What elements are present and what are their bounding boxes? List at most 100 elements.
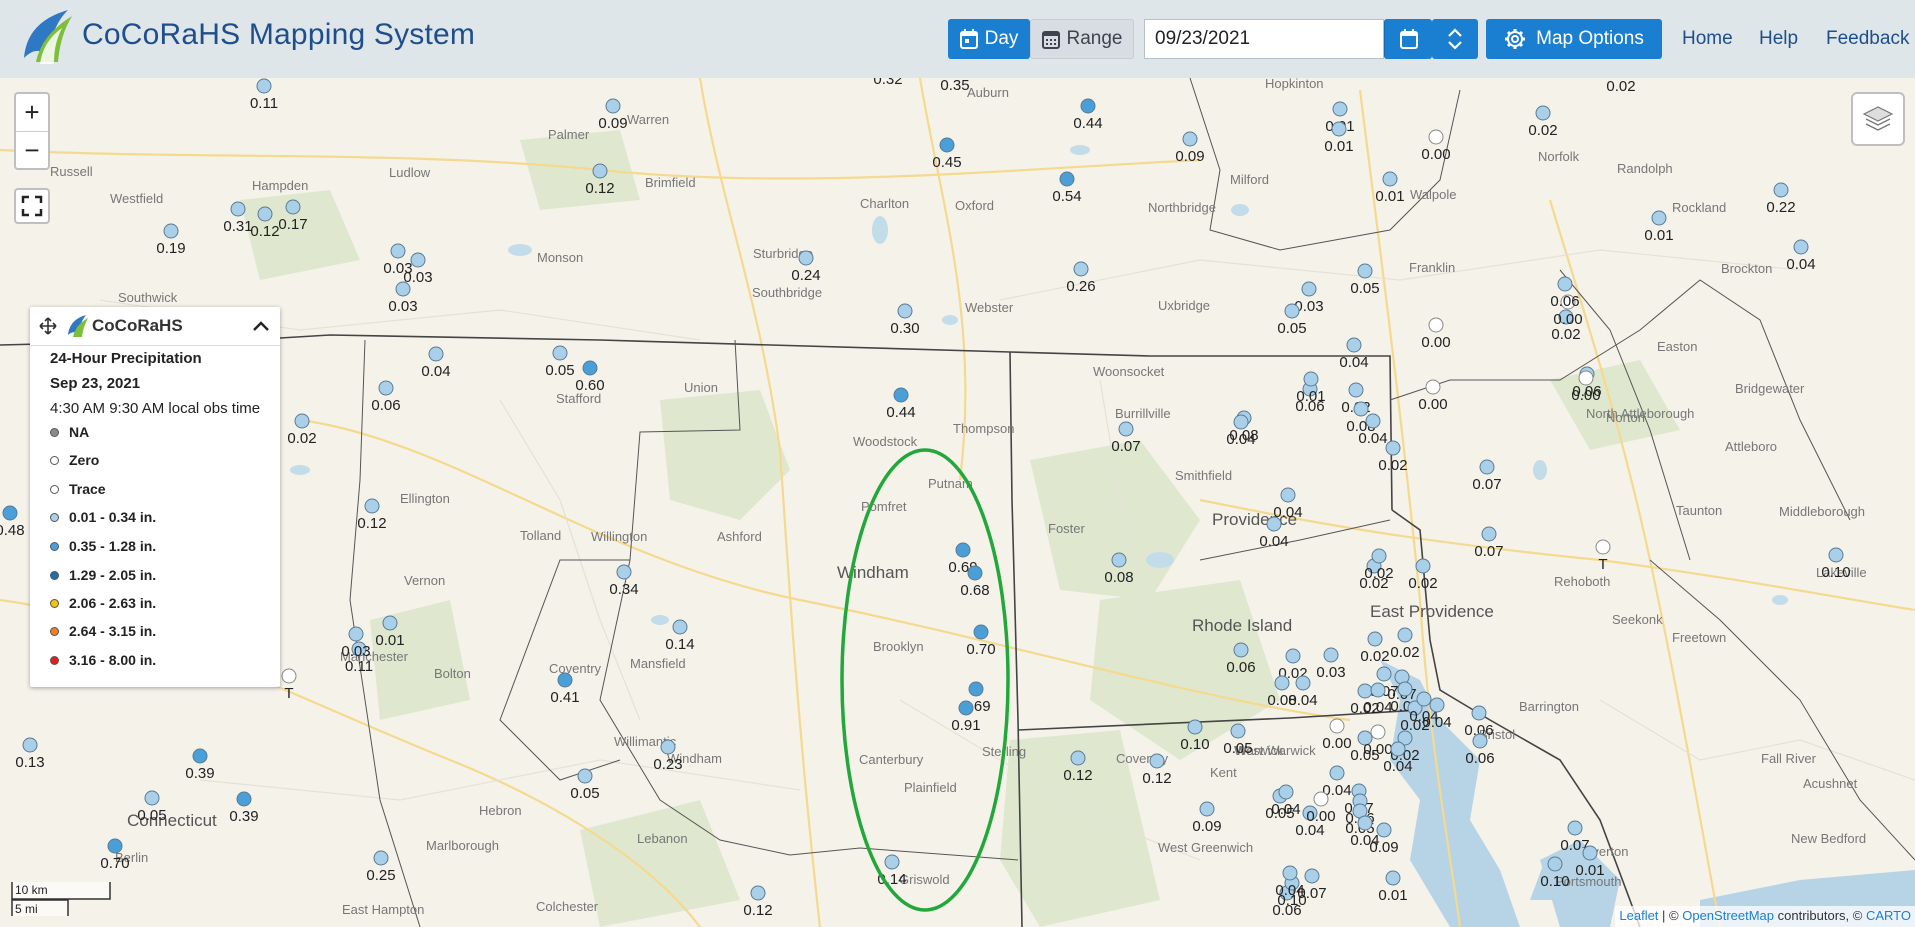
observation-dot[interactable]: [395, 281, 411, 297]
observation-dot[interactable]: [1199, 801, 1215, 817]
observation-dot[interactable]: [257, 206, 273, 222]
observation-dot[interactable]: [1329, 718, 1345, 734]
observation-dot[interactable]: [1828, 547, 1844, 563]
observation-dot[interactable]: [672, 619, 688, 635]
observation-dot[interactable]: [1547, 856, 1563, 872]
observation-dot[interactable]: [1472, 733, 1488, 749]
observation-dot[interactable]: [973, 624, 989, 640]
observation-dot[interactable]: [1428, 129, 1444, 145]
observation-dot[interactable]: [967, 565, 983, 581]
observation-dot[interactable]: [958, 700, 974, 716]
observation-dot[interactable]: [1303, 371, 1319, 387]
observation-dot[interactable]: [616, 564, 632, 580]
observation-dot[interactable]: [1332, 101, 1348, 117]
observation-dot[interactable]: [382, 615, 398, 631]
range-button[interactable]: Range: [1030, 19, 1134, 59]
observation-dot[interactable]: [1390, 741, 1406, 757]
observation-dot[interactable]: [1285, 648, 1301, 664]
observation-dot[interactable]: [1429, 697, 1445, 713]
observation-dot[interactable]: [281, 668, 297, 684]
observation-dot[interactable]: [884, 854, 900, 870]
observation-dot[interactable]: [1187, 719, 1203, 735]
carto-link[interactable]: CARTO: [1866, 908, 1911, 923]
observation-dot[interactable]: [1357, 683, 1373, 699]
observation-dot[interactable]: [378, 380, 394, 396]
observation-dot[interactable]: [1059, 171, 1075, 187]
observation-dot[interactable]: [2, 505, 18, 521]
observation-dot[interactable]: [955, 542, 971, 558]
observation-dot[interactable]: [1230, 723, 1246, 739]
observation-dot[interactable]: [1376, 666, 1392, 682]
observation-marker[interactable]: 0.02: [1606, 78, 1635, 95]
observation-dot[interactable]: [557, 672, 573, 688]
observation-dot[interactable]: [577, 768, 593, 784]
observation-dot[interactable]: [1382, 171, 1398, 187]
observation-dot[interactable]: [1557, 276, 1573, 292]
observation-dot[interactable]: [22, 737, 38, 753]
observation-dot[interactable]: [1479, 459, 1495, 475]
observation-dot[interactable]: [1346, 337, 1362, 353]
osm-link[interactable]: OpenStreetMap: [1682, 908, 1774, 923]
day-button[interactable]: Day: [948, 19, 1030, 59]
observation-dot[interactable]: [1070, 750, 1086, 766]
observation-dot[interactable]: [968, 681, 984, 697]
observation-dot[interactable]: [410, 252, 426, 268]
fullscreen-button[interactable]: [14, 188, 50, 224]
observation-dot[interactable]: [1233, 642, 1249, 658]
observation-dot[interactable]: [1111, 552, 1127, 568]
observation-dot[interactable]: [1370, 682, 1386, 698]
observation-dot[interactable]: [1080, 98, 1096, 114]
observation-dot[interactable]: [1385, 870, 1401, 886]
layers-button[interactable]: [1851, 92, 1905, 146]
observation-dot[interactable]: [1233, 414, 1249, 430]
observation-dot[interactable]: [1274, 675, 1290, 691]
observation-dot[interactable]: [582, 360, 598, 376]
observation-dot[interactable]: [1348, 382, 1364, 398]
observation-dot[interactable]: [1793, 239, 1809, 255]
observation-dot[interactable]: [1331, 121, 1347, 137]
observation-dot[interactable]: [1323, 647, 1339, 663]
observation-dot[interactable]: [1365, 413, 1381, 429]
observation-dot[interactable]: [163, 223, 179, 239]
observation-dot[interactable]: [1578, 370, 1594, 386]
observation-dot[interactable]: [1773, 182, 1789, 198]
observation-dot[interactable]: [1567, 820, 1583, 836]
observation-dot[interactable]: [373, 850, 389, 866]
observation-dot[interactable]: [1284, 303, 1300, 319]
observation-dot[interactable]: [1301, 281, 1317, 297]
nav-feedback[interactable]: Feedback: [1826, 28, 1909, 50]
observation-dot[interactable]: [348, 626, 364, 642]
observation-dot[interactable]: [1595, 539, 1611, 555]
observation-dot[interactable]: [1481, 526, 1497, 542]
observation-dot[interactable]: [1282, 865, 1298, 881]
observation-dot[interactable]: [1367, 631, 1383, 647]
collapse-icon[interactable]: [252, 319, 270, 333]
observation-dot[interactable]: [1357, 263, 1373, 279]
observation-dot[interactable]: [256, 78, 272, 94]
observation-dot[interactable]: [1471, 705, 1487, 721]
observation-dot[interactable]: [192, 748, 208, 764]
observation-dot[interactable]: [236, 791, 252, 807]
observation-dot[interactable]: [1535, 105, 1551, 121]
observation-dot[interactable]: [1397, 681, 1413, 697]
observation-dot[interactable]: [1425, 379, 1441, 395]
map-canvas[interactable]: Hampden Palmer Warren Ludlow Westfield Russel…: [0, 78, 1915, 927]
move-icon[interactable]: [39, 317, 57, 335]
chevron-up-icon[interactable]: [1447, 27, 1463, 39]
observation-dot[interactable]: [1376, 822, 1392, 838]
date-input[interactable]: [1144, 19, 1384, 59]
observation-dot[interactable]: [750, 885, 766, 901]
observation-dot[interactable]: [1415, 558, 1431, 574]
observation-marker[interactable]: 0.32: [873, 78, 902, 88]
observation-dot[interactable]: [107, 838, 123, 854]
observation-dot[interactable]: [1329, 765, 1345, 781]
map-options-button[interactable]: Map Options: [1486, 19, 1662, 59]
observation-dot[interactable]: [1278, 784, 1294, 800]
observation-dot[interactable]: [1428, 317, 1444, 333]
observation-dot[interactable]: [364, 498, 380, 514]
chevron-down-icon[interactable]: [1447, 39, 1463, 51]
observation-dot[interactable]: [144, 790, 160, 806]
calendar-picker-button[interactable]: [1384, 19, 1432, 59]
observation-dot[interactable]: [1357, 815, 1373, 831]
cocorahs-logo[interactable]: [18, 6, 80, 68]
